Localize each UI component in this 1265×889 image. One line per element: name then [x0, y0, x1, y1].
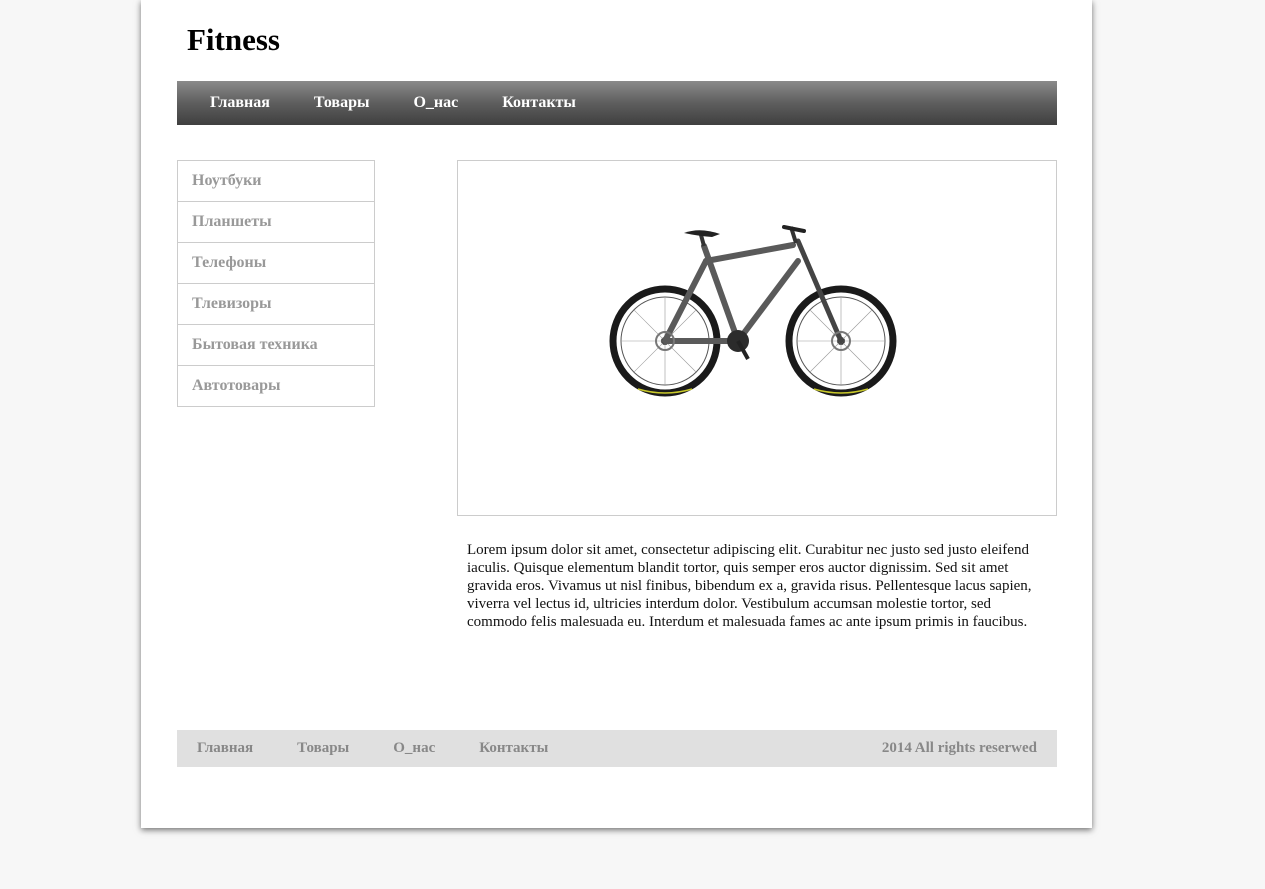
- footer: Главная Товары О_нас Контакты 2014 All r…: [177, 730, 1057, 767]
- sidebar-item-phones[interactable]: Телефоны: [178, 243, 374, 284]
- footer-link-about[interactable]: О_нас: [393, 740, 435, 757]
- footer-link-contacts[interactable]: Контакты: [479, 740, 548, 757]
- nav-link-products[interactable]: Товары: [314, 94, 370, 112]
- sidebar-item-laptops[interactable]: Ноутбуки: [178, 161, 374, 202]
- sidebar-item-appliances[interactable]: Бытовая техника: [178, 325, 374, 366]
- nav-link-about[interactable]: О_нас: [413, 94, 458, 112]
- sidebar-item-auto[interactable]: Автотовары: [178, 366, 374, 407]
- product-description: Lorem ipsum dolor sit amet, consectetur …: [467, 542, 1032, 630]
- footer-link-home[interactable]: Главная: [197, 740, 253, 757]
- sidebar-item-tablets[interactable]: Планшеты: [178, 202, 374, 243]
- sidebar-item-tvs[interactable]: Тлевизоры: [178, 284, 374, 325]
- footer-copyright: 2014 All rights reserwed: [881, 740, 1037, 756]
- footer-link-products[interactable]: Товары: [297, 740, 349, 757]
- bicycle-image: [609, 225, 897, 397]
- site-logo[interactable]: Fitness: [187, 22, 280, 58]
- nav-link-contacts[interactable]: Контакты: [502, 94, 576, 112]
- category-sidebar: Ноутбуки Планшеты Телефоны Тлевизоры Быт…: [177, 160, 375, 407]
- top-navigation: Главная Товары О_нас Контакты: [177, 81, 1057, 125]
- page-container: Fitness Главная Товары О_нас Контакты Но…: [141, 0, 1092, 828]
- nav-link-home[interactable]: Главная: [210, 94, 270, 112]
- product-image-frame: [457, 160, 1057, 516]
